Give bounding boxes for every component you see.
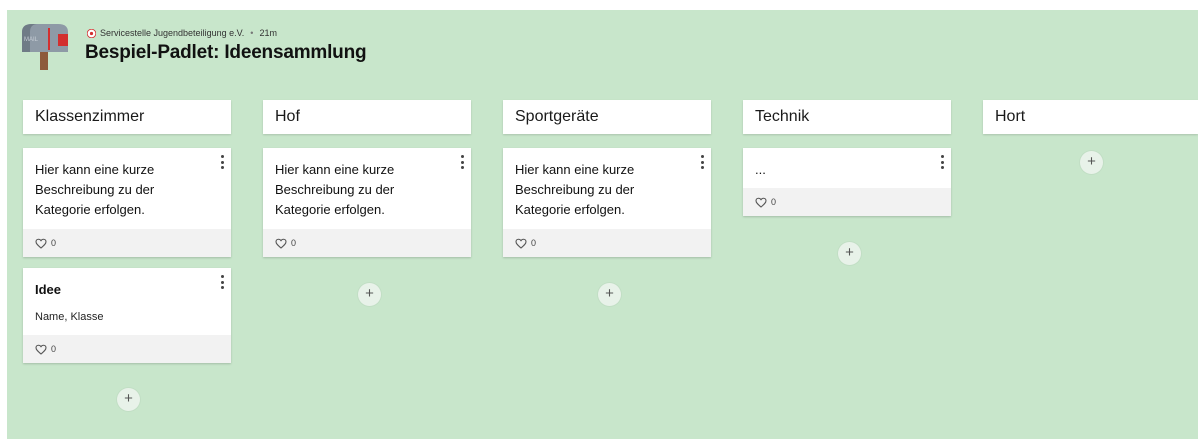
heart-outline-icon[interactable] — [755, 197, 767, 208]
post-footer: 0 — [23, 335, 231, 363]
add-post-button[interactable]: + — [1080, 151, 1103, 174]
post-footer: 0 — [23, 229, 231, 257]
like-count: 0 — [531, 238, 537, 248]
column-header[interactable]: Hof — [263, 100, 471, 134]
like-count: 0 — [771, 197, 777, 207]
add-post-button[interactable]: + — [838, 242, 861, 265]
add-post-button[interactable]: + — [598, 283, 621, 306]
heart-outline-icon[interactable] — [275, 238, 287, 249]
post-text: Hier kann eine kurze Beschreibung zu der… — [35, 162, 155, 217]
heart-outline-icon[interactable] — [35, 238, 47, 249]
post-text: Hier kann eine kurze Beschreibung zu der… — [515, 162, 635, 217]
add-post-button[interactable]: + — [358, 283, 381, 306]
column-technik: Technik ... 0 + — [743, 100, 951, 265]
more-vert-icon[interactable] — [697, 154, 707, 170]
column-klassenzimmer: Klassenzimmer Hier kann eine kurze Besch… — [23, 100, 231, 411]
more-vert-icon[interactable] — [217, 154, 227, 170]
post-age: 21m — [259, 28, 277, 38]
organization-logo-icon — [86, 28, 97, 38]
post-card[interactable]: Hier kann eine kurze Beschreibung zu der… — [503, 148, 711, 257]
post-footer: 0 — [743, 188, 951, 216]
post-card[interactable]: Hier kann eine kurze Beschreibung zu der… — [263, 148, 471, 257]
post-title: Idee — [35, 282, 62, 297]
more-vert-icon[interactable] — [937, 154, 947, 170]
like-count: 0 — [51, 344, 57, 354]
like-count: 0 — [51, 238, 57, 248]
column-sportgeraete: Sportgeräte Hier kann eine kurze Beschre… — [503, 100, 711, 306]
author-name[interactable]: Servicestelle Jugendbeteiligung e.V. — [100, 28, 244, 38]
more-vert-icon[interactable] — [457, 154, 467, 170]
post-meta: Servicestelle Jugendbeteiligung e.V. • 2… — [86, 26, 277, 40]
column-header[interactable]: Hort — [983, 100, 1198, 134]
like-count: 0 — [291, 238, 297, 248]
post-card[interactable]: Hier kann eine kurze Beschreibung zu der… — [23, 148, 231, 257]
svg-text:MAIL: MAIL — [24, 37, 39, 43]
post-footer: 0 — [263, 229, 471, 257]
post-text: ... — [755, 162, 766, 177]
post-card[interactable]: Idee Name, Klasse 0 — [23, 268, 231, 363]
post-card[interactable]: ... 0 — [743, 148, 951, 216]
column-header[interactable]: Klassenzimmer — [23, 100, 231, 134]
add-post-button[interactable]: + — [117, 388, 140, 411]
column-header[interactable]: Sportgeräte — [503, 100, 711, 134]
column-hort: Hort + — [983, 100, 1198, 174]
column-hof: Hof Hier kann eine kurze Beschreibung zu… — [263, 100, 471, 306]
post-footer: 0 — [503, 229, 711, 257]
mailbox-icon: MAIL — [18, 22, 70, 72]
separator-dot: • — [250, 28, 254, 38]
heart-outline-icon[interactable] — [35, 344, 47, 355]
more-vert-icon[interactable] — [217, 274, 227, 290]
post-text: Hier kann eine kurze Beschreibung zu der… — [275, 162, 395, 217]
heart-outline-icon[interactable] — [515, 238, 527, 249]
post-subtitle: Name, Klasse — [35, 311, 104, 323]
page-title: Bespiel-Padlet: Ideensammlung — [85, 42, 367, 63]
column-header[interactable]: Technik — [743, 100, 951, 134]
